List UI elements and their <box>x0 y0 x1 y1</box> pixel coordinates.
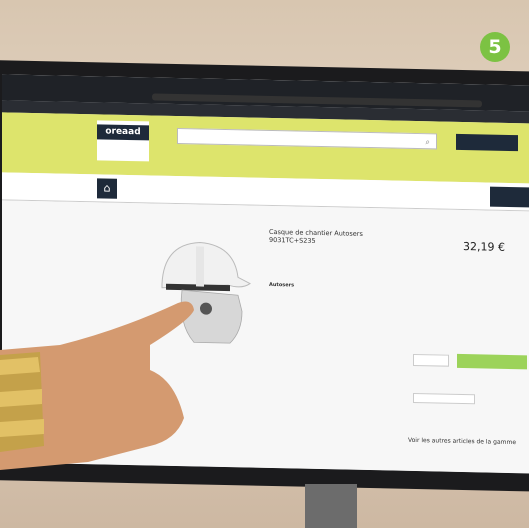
nav-item[interactable] <box>230 184 260 185</box>
search-icon[interactable]: ⌕ <box>426 137 430 147</box>
compare-checkbox[interactable] <box>413 392 475 405</box>
logo-box[interactable]: oreaad <box>97 120 149 162</box>
nav-item[interactable] <box>162 183 192 184</box>
browser-tab[interactable] <box>94 80 154 91</box>
product-page: Casque de chantier Autosers 9031TC+S235 … <box>2 200 529 474</box>
monitor: oreaad ⌕ ⌂ Casque de chantier Autosers 9… <box>0 60 529 492</box>
monitor-stand <box>305 484 357 528</box>
nav-item[interactable] <box>404 188 434 189</box>
home-icon[interactable]: ⌂ <box>97 178 117 199</box>
browser-tab[interactable] <box>20 79 80 90</box>
brand-name: Autosers <box>269 281 295 289</box>
helmet-product-image[interactable] <box>142 223 252 350</box>
search-input[interactable]: ⌕ <box>177 128 437 150</box>
product-title: Casque de chantier Autosers 9031TC+S235 <box>269 227 363 245</box>
product-price: 32,19 € <box>463 240 505 254</box>
quantity-stepper[interactable] <box>413 353 449 367</box>
add-to-cart-button[interactable] <box>457 353 527 370</box>
site-logo[interactable]: oreaad <box>97 124 149 141</box>
nav-item[interactable] <box>368 187 398 188</box>
nav-item[interactable] <box>450 189 480 190</box>
nav-item[interactable] <box>340 186 370 187</box>
product-meta <box>269 258 359 260</box>
nav-item[interactable] <box>127 182 157 183</box>
nav-item[interactable] <box>277 185 307 186</box>
account-button[interactable] <box>456 133 518 152</box>
see-range-link[interactable]: Voir les autres articles de la gamme <box>408 437 528 447</box>
nav-item[interactable] <box>312 186 342 187</box>
spec-table <box>269 314 359 316</box>
nav-item[interactable] <box>197 183 227 184</box>
monitor-screen: oreaad ⌕ ⌂ Casque de chantier Autosers 9… <box>2 74 529 474</box>
nav-cta-button[interactable] <box>490 186 529 208</box>
logo-subtitle <box>97 144 149 145</box>
step-number-badge: 5 <box>480 32 510 62</box>
